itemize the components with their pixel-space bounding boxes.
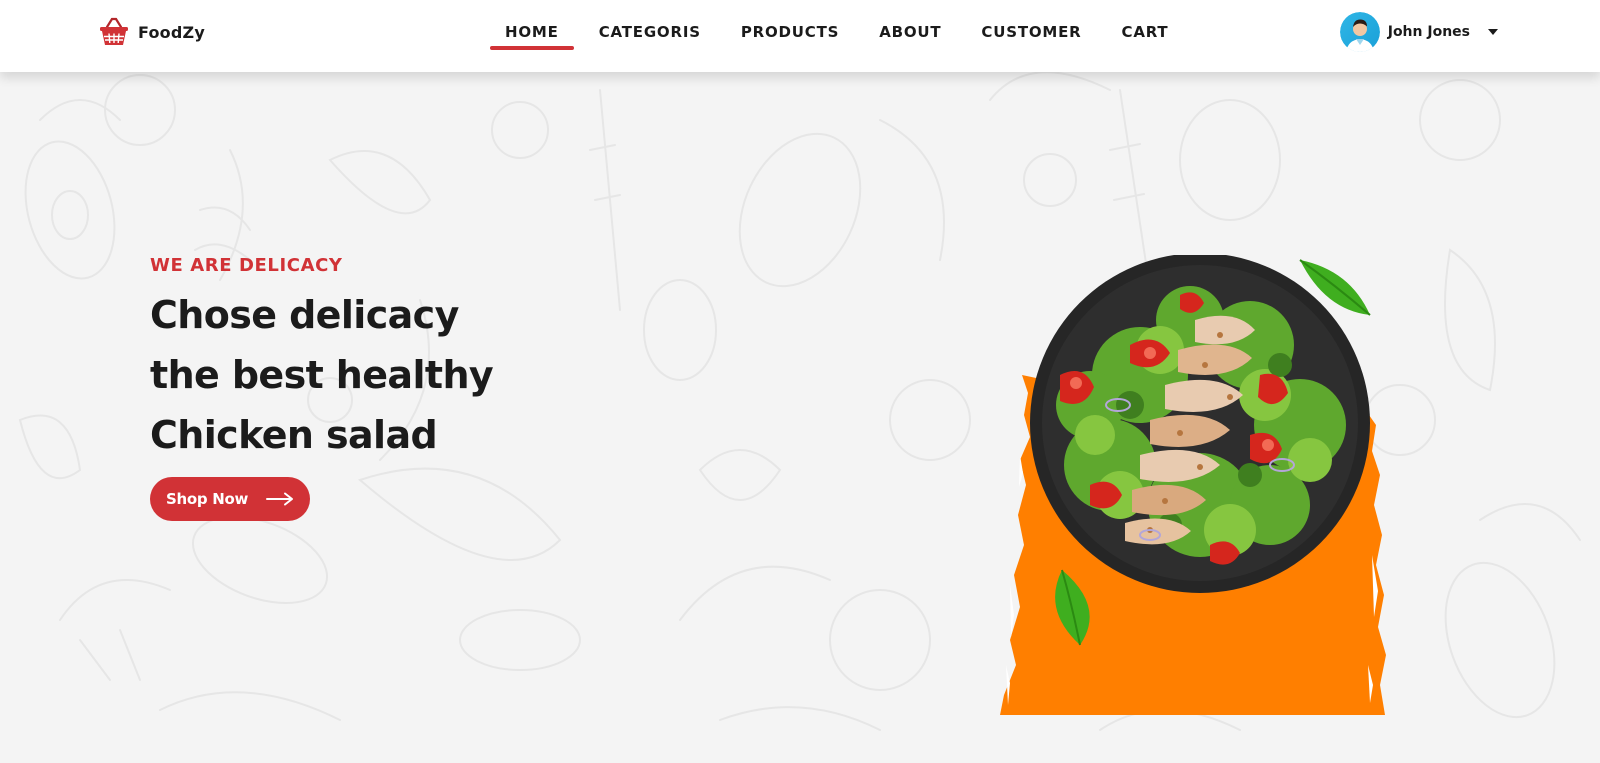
caret-down-icon[interactable] bbox=[1484, 23, 1502, 41]
hero-eyebrow: WE ARE DELICACY bbox=[150, 255, 343, 276]
nav-item-products[interactable]: PRODUCTS bbox=[726, 0, 854, 64]
nav-item-customer[interactable]: CUSTOMER bbox=[966, 0, 1096, 64]
user-menu[interactable]: John Jones bbox=[1339, 12, 1502, 52]
headline-line-2: the best healthy bbox=[150, 353, 494, 397]
shop-now-label: Shop Now bbox=[166, 490, 249, 508]
hero-headline: Chose delicacy the best healthy Chicken … bbox=[150, 285, 710, 465]
user-name: John Jones bbox=[1387, 24, 1470, 40]
main-nav: HOME CATEGORIS PRODUCTS ABOUT CUSTOMER C… bbox=[490, 0, 1193, 72]
brand-logo[interactable]: FoodZy bbox=[98, 14, 205, 50]
arrow-right-icon bbox=[266, 492, 293, 506]
headline-line-1: Chose delicacy bbox=[150, 293, 459, 337]
top-navbar: FoodZy HOME CATEGORIS PRODUCTS ABOUT CUS… bbox=[0, 0, 1600, 72]
brand-name: FoodZy bbox=[138, 22, 205, 42]
nav-item-home[interactable]: HOME bbox=[490, 0, 574, 64]
hero-section: WE ARE DELICACY Chose delicacy the best … bbox=[150, 253, 710, 521]
nav-item-cart[interactable]: CART bbox=[1107, 0, 1184, 64]
headline-line-3: Chicken salad bbox=[150, 413, 438, 457]
nav-item-about[interactable]: ABOUT bbox=[864, 0, 956, 64]
salad-bowl-image bbox=[1000, 255, 1386, 715]
nav-item-categoris[interactable]: CATEGORIS bbox=[584, 0, 716, 64]
avatar[interactable] bbox=[1339, 12, 1380, 52]
basket-icon bbox=[100, 17, 128, 45]
shop-now-button[interactable]: Shop Now bbox=[150, 477, 310, 521]
